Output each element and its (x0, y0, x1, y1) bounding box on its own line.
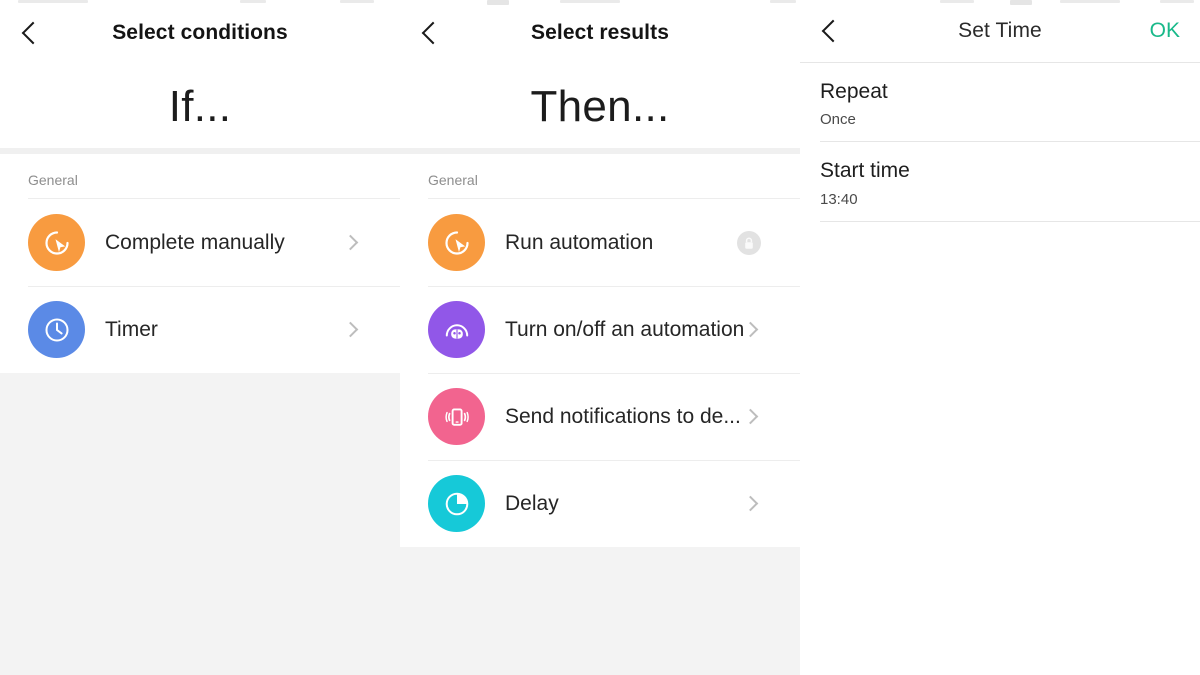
setting-value: Once (820, 111, 856, 129)
list-item-label: Complete manually (105, 230, 285, 254)
list-item[interactable]: Turn on/off an automation (400, 286, 800, 373)
panel-set-time: Set Time OK Repeat Once Start time 13:40 (800, 0, 1200, 675)
panel-select-results: Select results Then... General Run autom… (400, 0, 800, 675)
phone-vibrate-icon (428, 388, 485, 445)
results-navbar: Select results (400, 0, 800, 66)
list-item[interactable]: Timer (0, 286, 400, 373)
list-item-label: Turn on/off an automation (505, 317, 745, 341)
chevron-right-icon (742, 408, 759, 425)
chevron-right-icon (342, 321, 359, 338)
list-item-label: Send notifications to de... (505, 404, 741, 428)
conditions-navbar: Select conditions (0, 0, 400, 66)
cursor-click-icon (28, 214, 85, 271)
chevron-right-icon (742, 495, 759, 512)
list-item-label: Delay (505, 491, 559, 515)
results-list-card: General Run automation Turn on/off an au… (400, 154, 800, 547)
setting-row-start-time[interactable]: Start time 13:40 (800, 142, 1200, 222)
results-back-button[interactable] (400, 0, 466, 66)
setting-title: Start time (820, 159, 910, 183)
conditions-list-card: General Complete manually Timer (0, 154, 400, 373)
set-time-navbar: Set Time OK (800, 0, 1200, 62)
setting-title: Repeat (820, 80, 888, 103)
chevron-left-icon (421, 21, 445, 45)
three-panel-screenshot: Select conditions If... General Complete… (0, 0, 1200, 675)
set-time-back-button[interactable] (800, 0, 866, 62)
list-item-label: Run automation (505, 230, 654, 254)
conditions-group-label: General (28, 172, 78, 188)
setting-row-repeat[interactable]: Repeat Once (800, 63, 1200, 143)
ok-button[interactable]: OK (1150, 19, 1180, 43)
setting-value: 13:40 (820, 190, 858, 208)
list-item[interactable]: Complete manually (0, 199, 400, 286)
pie-clock-icon (428, 475, 485, 532)
list-item[interactable]: Delay (400, 460, 800, 547)
robot-device-icon (428, 301, 485, 358)
list-item[interactable]: Send notifications to de... (400, 373, 800, 460)
conditions-back-button[interactable] (0, 0, 66, 66)
list-item[interactable]: Run automation (400, 199, 800, 286)
clock-icon (28, 301, 85, 358)
results-group-label: General (428, 172, 478, 188)
chevron-left-icon (21, 21, 45, 45)
conditions-heading: If... (0, 66, 400, 148)
chevron-right-icon (342, 234, 359, 251)
panel-select-conditions: Select conditions If... General Complete… (0, 0, 400, 675)
cursor-click-icon (428, 214, 485, 271)
chevron-right-icon (742, 321, 759, 338)
results-heading: Then... (400, 66, 800, 148)
chevron-left-icon (821, 19, 845, 43)
list-item-label: Timer (105, 317, 158, 341)
lock-icon (736, 230, 762, 256)
status-bar-sliver (0, 0, 1200, 5)
